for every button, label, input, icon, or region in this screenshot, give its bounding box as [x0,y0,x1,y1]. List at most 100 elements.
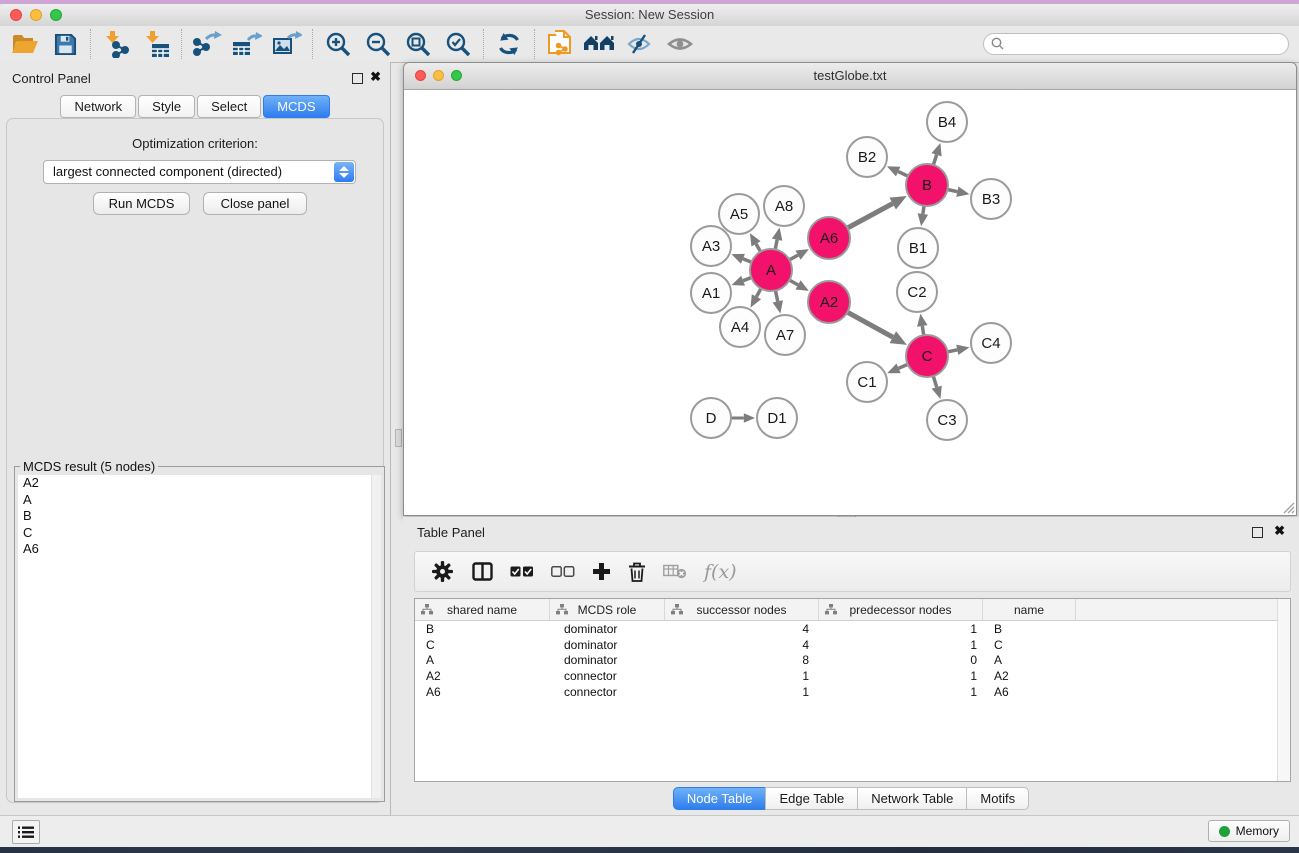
network-node[interactable]: A3 [691,226,731,266]
select-all-rows-button[interactable] [510,566,534,578]
network-node[interactable]: A2 [808,281,850,323]
network-edge[interactable] [948,186,970,196]
network-node[interactable]: C3 [927,400,967,440]
column-header-successor-nodes[interactable]: successor nodes [665,599,819,620]
network-node[interactable]: B4 [927,102,967,142]
import-network-button[interactable] [96,28,136,60]
resize-grip-icon[interactable] [1281,500,1295,514]
table-row[interactable]: A6connector11A6 [415,684,1290,700]
export-image-button[interactable] [267,28,307,60]
table-float-panel-icon[interactable] [1252,527,1263,538]
show-columns-button[interactable] [472,562,493,581]
import-table-button[interactable] [136,28,176,60]
network-edge[interactable] [847,312,906,345]
tab-select[interactable]: Select [197,95,261,118]
table-row[interactable]: Adominator80A [415,652,1290,668]
close-button[interactable] [10,9,22,21]
deselect-all-rows-button[interactable] [551,566,575,578]
network-edge[interactable] [918,206,928,226]
mcds-result-item[interactable]: A6 [18,541,381,558]
add-column-button[interactable] [592,562,611,581]
network-node[interactable]: A4 [720,307,760,347]
mcds-result-item[interactable]: C [18,525,381,542]
network-node[interactable]: A [750,249,792,291]
tab-motifs[interactable]: Motifs [966,787,1029,810]
network-node[interactable]: B2 [847,137,887,177]
tab-network[interactable]: Network [60,95,136,118]
table-scrollbar[interactable] [1277,599,1290,781]
vertical-splitter-handle[interactable] [395,429,402,447]
network-node[interactable]: C1 [847,362,887,402]
zoom-in-button[interactable] [318,28,358,60]
tab-node-table[interactable]: Node Table [673,787,767,810]
network-node[interactable]: C [906,335,948,377]
mcds-result-item[interactable]: B [18,508,381,525]
network-edge[interactable] [731,254,751,264]
column-header-name[interactable]: name [983,599,1076,620]
export-table-button[interactable] [227,28,267,60]
network-edge[interactable] [887,363,908,373]
network-canvas[interactable]: A A1 A2 A3 A4 A5 A6 A7 A8 B B1 B2 B3B4 C C1 C2 C3C4 D D1 [404,90,1296,515]
new-network-from-selection-button[interactable] [540,28,580,60]
zoom-button[interactable] [50,9,62,21]
network-edge[interactable] [932,143,942,165]
refresh-view-button[interactable] [489,28,529,60]
network-node[interactable]: D1 [757,398,797,438]
network-node[interactable]: C2 [897,272,937,312]
tab-style[interactable]: Style [138,95,195,118]
table-row[interactable]: A2connector11A2 [415,668,1290,684]
table-row[interactable]: Bdominator41B [415,621,1290,637]
mcds-list-scrollbar[interactable] [371,475,381,798]
mcds-result-item[interactable]: A [18,492,381,509]
zoom-fit-button[interactable] [398,28,438,60]
delete-table-button[interactable] [663,564,687,579]
network-close-button[interactable] [415,70,426,81]
network-minimize-button[interactable] [433,70,444,81]
zoom-selected-button[interactable] [438,28,478,60]
tab-network-table[interactable]: Network Table [857,787,967,810]
network-edge[interactable] [731,413,755,423]
network-node[interactable]: A5 [719,194,759,234]
network-edge[interactable] [751,288,762,307]
table-close-panel-icon[interactable]: ✖ [1274,523,1285,539]
open-session-button[interactable] [5,28,45,60]
search-input[interactable] [983,33,1289,55]
float-panel-icon[interactable] [352,73,363,84]
network-zoom-button[interactable] [451,70,462,81]
network-node[interactable]: A6 [808,217,850,259]
network-node[interactable]: B3 [971,179,1011,219]
network-edge[interactable] [847,196,906,228]
network-edge[interactable] [772,228,782,250]
network-edge[interactable] [932,376,942,399]
show-all-button[interactable] [660,28,700,60]
hide-selected-button[interactable] [620,28,660,60]
tab-edge-table[interactable]: Edge Table [765,787,858,810]
task-history-button[interactable] [12,820,40,844]
table-row[interactable]: Cdominator41C [415,637,1290,653]
memory-button[interactable]: Memory [1208,820,1290,842]
network-node[interactable]: B1 [898,228,938,268]
tab-mcds[interactable]: MCDS [263,95,329,118]
network-node[interactable]: A8 [764,186,804,226]
export-network-button[interactable] [187,28,227,60]
close-panel-icon[interactable]: ✖ [370,69,381,85]
network-edge[interactable] [773,291,783,314]
function-builder-button[interactable]: f(x) [704,561,737,583]
network-edge[interactable] [948,345,970,355]
network-edge[interactable] [789,280,808,291]
network-node[interactable]: C4 [971,323,1011,363]
network-node[interactable]: A7 [765,315,805,355]
network-node[interactable]: D [691,398,731,438]
column-header-mcds-role[interactable]: MCDS role [550,599,665,620]
table-settings-button[interactable] [432,561,453,582]
close-panel-button[interactable]: Close panel [203,192,307,215]
network-edge[interactable] [887,166,908,176]
network-edge[interactable] [789,249,808,260]
column-header-predecessor-nodes[interactable]: predecessor nodes [819,599,983,620]
run-mcds-button[interactable]: Run MCDS [93,192,190,215]
network-node[interactable]: B [906,164,948,206]
network-edge[interactable] [732,276,752,286]
column-header-shared-name[interactable]: shared name [415,599,550,620]
criterion-dropdown[interactable]: largest connected component (directed) [43,160,356,184]
network-node[interactable]: A1 [691,273,731,313]
